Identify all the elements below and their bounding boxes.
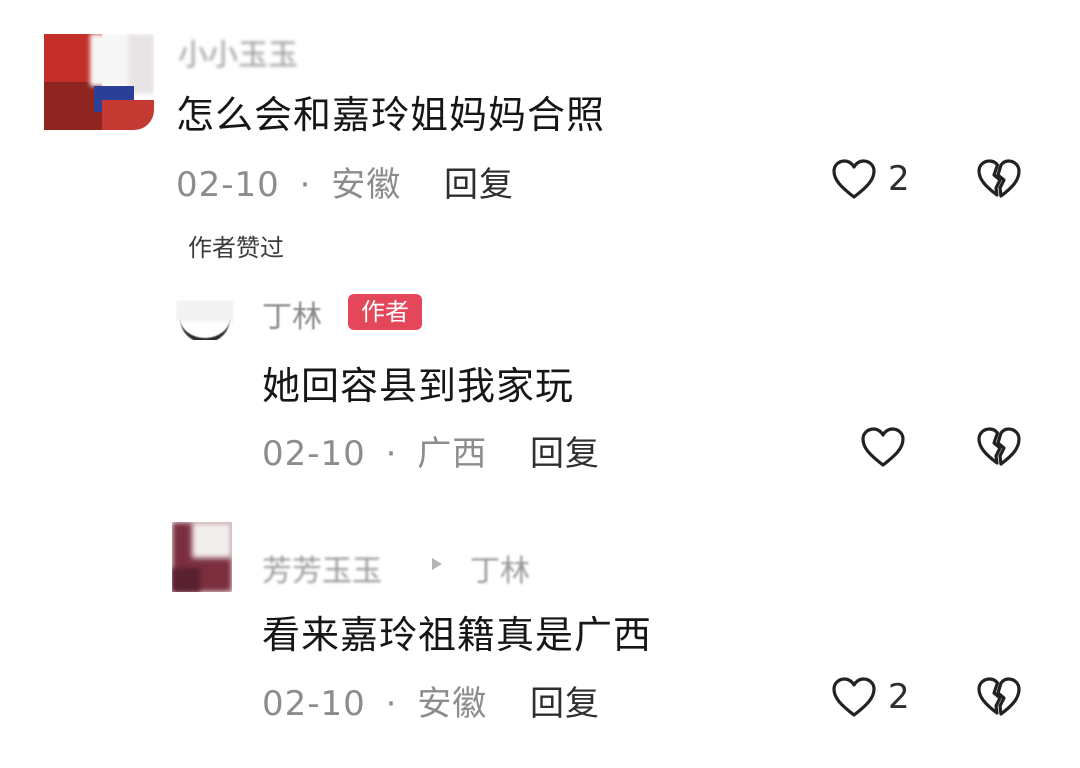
broken-heart-icon (977, 427, 1021, 466)
comment-username[interactable]: 芳芳玉玉 (262, 546, 382, 590)
comment-meta: 02-10 · 广西 (262, 426, 487, 475)
comment-date: 02-10 (262, 434, 366, 474)
comment-meta: 02-10 · 安徽 (176, 157, 401, 206)
like-count: 2 (888, 677, 910, 717)
reply-button[interactable]: 回复 (444, 157, 514, 206)
author-badge: 作者 (348, 294, 422, 330)
meta-separator: · (385, 684, 398, 724)
comment-location: 安徽 (417, 684, 488, 724)
author-liked-label: 作者赞过 (188, 234, 284, 262)
avatar[interactable] (44, 34, 154, 130)
like-button[interactable] (831, 158, 877, 200)
comment-location: 安徽 (331, 165, 402, 205)
like-button[interactable] (831, 676, 877, 718)
meta-separator: · (385, 434, 398, 474)
avatar[interactable] (176, 300, 234, 340)
heart-outline-icon (832, 677, 876, 717)
triangle-right-icon (432, 558, 442, 570)
comment-meta: 02-10 · 安徽 (262, 676, 487, 725)
comment-date: 02-10 (176, 165, 280, 205)
dislike-button[interactable] (976, 158, 1022, 200)
like-button[interactable] (860, 426, 906, 468)
meta-separator: · (299, 165, 312, 205)
like-count: 2 (888, 159, 910, 199)
comment-username[interactable]: 丁林 (262, 292, 322, 336)
avatar[interactable] (172, 522, 232, 592)
broken-heart-icon (977, 159, 1021, 198)
comment-date: 02-10 (262, 684, 366, 724)
comment-location: 广西 (417, 434, 488, 474)
comment-text: 她回容县到我家玩 (262, 364, 575, 408)
broken-heart-icon (977, 677, 1021, 716)
heart-outline-icon (832, 159, 876, 199)
comment-text: 怎么会和嘉玲姐妈妈合照 (176, 93, 606, 137)
reply-button[interactable]: 回复 (530, 676, 600, 725)
comment-username[interactable]: 小小玉玉 (178, 30, 298, 74)
heart-outline-icon (861, 427, 905, 467)
comment-text: 看来嘉玲祖籍真是广西 (262, 613, 653, 657)
dislike-button[interactable] (976, 426, 1022, 468)
dislike-button[interactable] (976, 676, 1022, 718)
reply-to-username[interactable]: 丁林 (470, 546, 530, 590)
reply-button[interactable]: 回复 (530, 426, 600, 475)
